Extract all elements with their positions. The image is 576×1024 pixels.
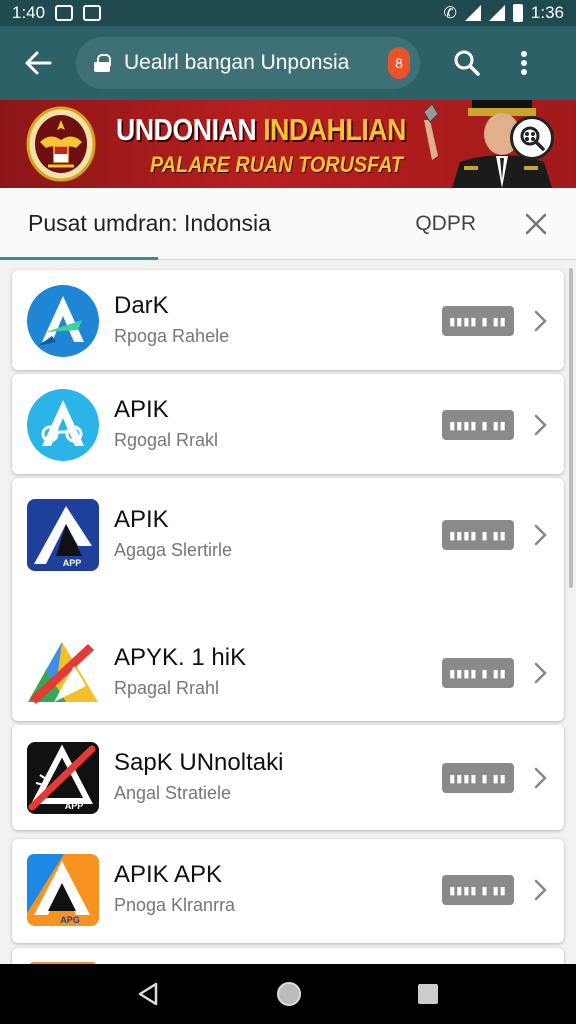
list-item[interactable]: APYK. 1 hiK Rpagal Rrahl ▮▮▮▮ ▮ ▮▮ xyxy=(12,622,564,722)
app-icon-blue-a xyxy=(27,285,99,357)
banner-headline-white: UNDONIAN xyxy=(116,112,264,147)
cell-signal-icon xyxy=(488,5,505,21)
url-bar[interactable]: Uealrl bangan Unponsia 8 xyxy=(76,37,420,89)
list-item[interactable]: APP APIK Agaga Slertirle ▮▮▮▮ ▮ ▮▮ xyxy=(12,484,564,584)
wifi-icon xyxy=(464,5,481,21)
app-list: DarK Rpoga Rahele ▮▮▮▮ ▮ ▮▮ APIK Rgogal … xyxy=(0,262,576,964)
app-subtitle: Pnoga Klranrra xyxy=(114,895,236,915)
app-subtitle: Rgogal Rrakl xyxy=(114,430,219,450)
app-name: APIK APK xyxy=(114,861,223,888)
list-item-group: APP APIK Agaga Slertirle ▮▮▮▮ ▮ ▮▮ APYK.… xyxy=(12,478,564,721)
scrollbar[interactable] xyxy=(569,268,573,588)
promo-banner[interactable]: UNDONIAN INDAHLIAN PALARE RUAN TORUSFAT xyxy=(0,100,576,188)
app-icon-orange-blue-a: APG xyxy=(27,854,99,926)
chevron-right-icon[interactable] xyxy=(528,308,552,334)
more-options-button[interactable] xyxy=(504,38,544,88)
search-row: Pusat umdran: Indonsia QDPR xyxy=(0,188,576,260)
app-name: APYK. 1 hiK xyxy=(114,644,247,671)
search-extra-label[interactable]: QDPR xyxy=(415,212,476,236)
banner-headline: UNDONIAN INDAHLIAN xyxy=(116,112,406,148)
app-icon-multicolor-a xyxy=(28,642,98,704)
status-bar: 1:40 ✆ 1:36 xyxy=(0,0,576,26)
install-button[interactable]: ▮▮▮▮ ▮ ▮▮ xyxy=(442,306,514,336)
install-button[interactable]: ▮▮▮▮ ▮ ▮▮ xyxy=(442,658,514,688)
list-item[interactable]: APP SapK UNnoltaki Angal Stratiele ▮▮▮▮ … xyxy=(12,725,564,830)
chevron-right-icon[interactable] xyxy=(528,660,552,686)
list-item-partial[interactable] xyxy=(12,948,564,964)
url-text: Uealrl bangan Unponsia xyxy=(124,51,350,74)
url-badge[interactable]: 8 xyxy=(388,47,410,79)
app-icon-black-a: APP xyxy=(27,742,99,814)
app-name: DarK xyxy=(114,292,169,319)
gallery-notification-icon xyxy=(55,5,74,21)
app-name: SapK UNnoltaki xyxy=(114,749,284,776)
close-icon xyxy=(525,213,547,234)
clear-search-button[interactable] xyxy=(516,204,556,244)
app-name: APIK xyxy=(114,396,169,423)
install-button[interactable]: ▮▮▮▮ ▮ ▮▮ xyxy=(442,875,514,905)
back-button[interactable] xyxy=(0,26,76,100)
app-name: APIK xyxy=(114,506,169,533)
chevron-right-icon[interactable] xyxy=(528,522,552,548)
app-icon-label: APP xyxy=(63,558,82,568)
arrow-left-icon xyxy=(25,51,52,75)
system-nav-bar xyxy=(0,964,576,1024)
browser-toolbar: Uealrl bangan Unponsia 8 xyxy=(0,26,576,100)
more-vert-icon xyxy=(521,51,527,75)
banner-headline-gold: INDAHLIAN xyxy=(263,112,406,147)
nav-recents-icon[interactable] xyxy=(416,982,440,1006)
active-tab-indicator xyxy=(0,257,158,260)
app-subtitle: Agaga Slertirle xyxy=(114,540,233,560)
banner-zoom-button[interactable] xyxy=(510,116,554,160)
battery-icon xyxy=(512,4,523,22)
photos-notification-icon xyxy=(83,5,102,21)
install-button[interactable]: ▮▮▮▮ ▮ ▮▮ xyxy=(442,763,514,793)
emblem-icon xyxy=(26,106,96,182)
install-button[interactable]: ▮▮▮▮ ▮ ▮▮ xyxy=(442,520,514,550)
banner-subline: PALARE RUAN TORUSFAT xyxy=(150,152,404,177)
list-item[interactable]: DarK Rpoga Rahele ▮▮▮▮ ▮ ▮▮ xyxy=(12,270,564,370)
signal-icon: ✆ xyxy=(443,5,457,22)
app-subtitle: Angal Stratiele xyxy=(114,783,232,803)
clock-right: 1:36 xyxy=(530,3,564,22)
list-item[interactable]: APG APIK APK Pnoga Klranrra ▮▮▮▮ ▮ ▮▮ xyxy=(12,839,564,943)
chevron-right-icon[interactable] xyxy=(528,877,552,903)
nav-home-icon[interactable] xyxy=(275,980,303,1008)
app-icon-cyan-a xyxy=(27,389,99,461)
app-icon-label: APG xyxy=(60,915,80,925)
app-icon-label: APP xyxy=(65,801,84,811)
clock-left: 1:40 xyxy=(12,3,46,22)
search-query[interactable]: Pusat umdran: Indonsia xyxy=(28,210,415,237)
nav-back-icon[interactable] xyxy=(136,981,162,1007)
search-icon xyxy=(454,50,480,76)
lock-icon xyxy=(94,54,111,72)
search-button[interactable] xyxy=(442,38,492,88)
app-subtitle: Rpoga Rahele xyxy=(114,326,230,346)
install-button[interactable]: ▮▮▮▮ ▮ ▮▮ xyxy=(442,410,514,440)
app-subtitle: Rpagal Rrahl xyxy=(114,678,220,698)
chevron-right-icon[interactable] xyxy=(528,412,552,438)
chevron-right-icon[interactable] xyxy=(528,765,552,791)
list-item[interactable]: APIK Rgogal Rrakl ▮▮▮▮ ▮ ▮▮ xyxy=(12,374,564,474)
app-icon-navy-a: APP xyxy=(27,499,99,571)
zoom-icon xyxy=(520,126,545,151)
